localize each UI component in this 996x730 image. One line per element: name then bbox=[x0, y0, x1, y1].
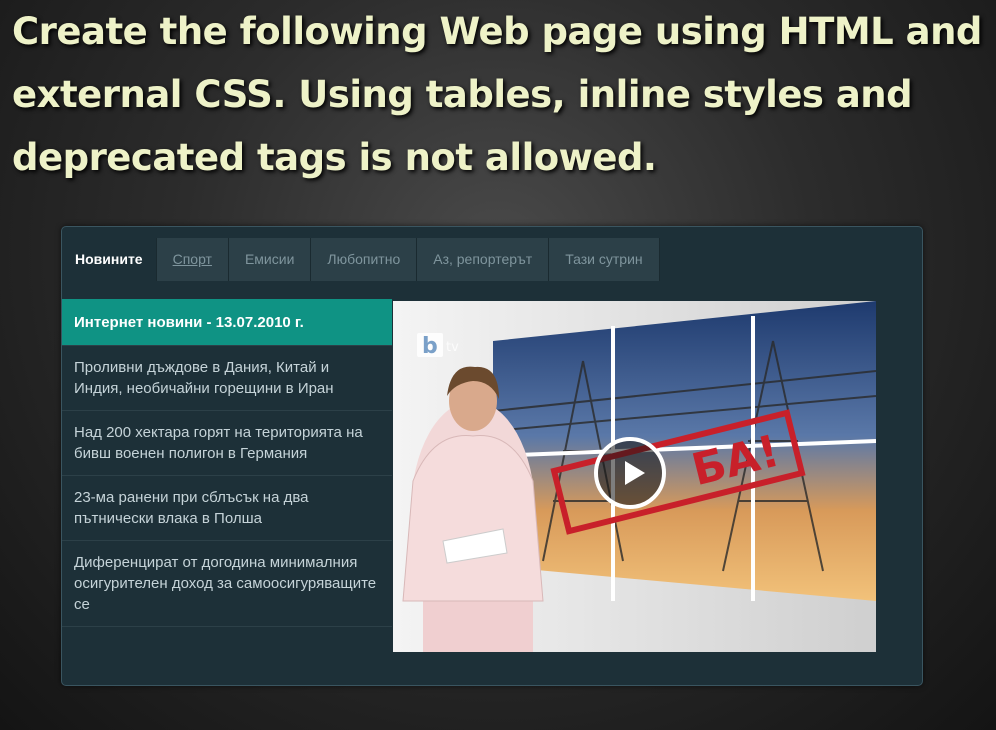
svg-text:b: b bbox=[422, 334, 438, 359]
tab-emisii[interactable]: Емисии bbox=[228, 238, 312, 281]
news-list: Интернет новини - 13.07.2010 г. Проливни… bbox=[62, 299, 392, 627]
tab-tazi-sutrin[interactable]: Тази сутрин bbox=[549, 238, 660, 281]
tab-sport[interactable]: Спорт bbox=[156, 238, 229, 281]
tab-lyubopitno[interactable]: Любопитно bbox=[311, 238, 418, 281]
news-item-selected[interactable]: Интернет новини - 13.07.2010 г. bbox=[62, 299, 392, 346]
news-item[interactable]: Диференцират от догодина минималния осиг… bbox=[62, 541, 392, 627]
video-player[interactable]: БА! b tv bbox=[393, 301, 876, 652]
news-item[interactable]: Проливни дъждове в Дания, Китай и Индия,… bbox=[62, 346, 392, 411]
btv-logo-icon: b tv bbox=[417, 333, 459, 359]
news-item[interactable]: Над 200 хектара горят на територията на … bbox=[62, 411, 392, 476]
slide-title: Create the following Web page using HTML… bbox=[12, 10, 982, 179]
news-widget: Новините Спорт Емисии Любопитно Аз, репо… bbox=[61, 226, 923, 686]
tab-az-reporterat[interactable]: Аз, репортерът bbox=[417, 238, 550, 281]
tab-bar: Новините Спорт Емисии Любопитно Аз, репо… bbox=[62, 238, 660, 281]
svg-text:tv: tv bbox=[446, 340, 459, 355]
news-item[interactable]: 23-ма ранени при сблъсък на два пътничес… bbox=[62, 476, 392, 541]
tab-novinite[interactable]: Новините bbox=[62, 238, 157, 281]
play-icon[interactable] bbox=[594, 437, 666, 509]
